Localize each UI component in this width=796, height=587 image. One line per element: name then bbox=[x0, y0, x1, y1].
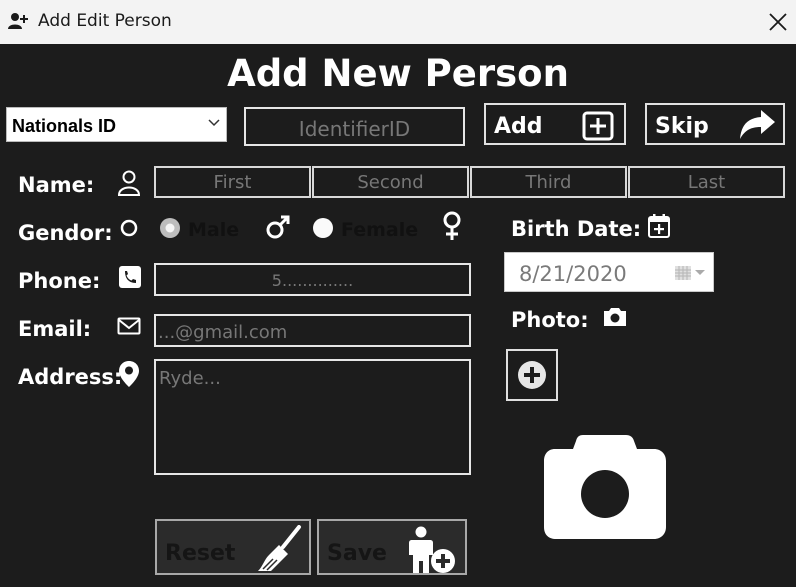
person-add-icon bbox=[8, 13, 28, 29]
phone-placeholder: 5.............. bbox=[271, 271, 354, 290]
birth-date-value: 8/21/2020 bbox=[519, 262, 627, 286]
map-pin-icon bbox=[119, 361, 139, 387]
second-name-placeholder: Second bbox=[357, 172, 424, 193]
share-arrow-icon bbox=[740, 110, 775, 139]
phone-icon bbox=[119, 266, 141, 288]
email-input[interactable]: ...@gmail.com bbox=[154, 314, 471, 347]
phone-input[interactable]: 5.............. bbox=[154, 263, 471, 296]
person-add-icon bbox=[409, 526, 455, 573]
email-label: Email: bbox=[18, 317, 92, 341]
skip-button-label: Skip bbox=[655, 114, 709, 139]
identifier-id-placeholder: IdentifierID bbox=[298, 117, 411, 141]
save-button[interactable]: Save bbox=[317, 519, 467, 575]
circle-icon bbox=[120, 219, 138, 237]
page-title: Add New Person bbox=[227, 52, 569, 95]
photo-label: Photo: bbox=[511, 308, 589, 332]
skip-button[interactable]: Skip bbox=[645, 103, 785, 145]
address-label: Address: bbox=[18, 365, 123, 389]
male-symbol-icon bbox=[266, 215, 290, 239]
last-name-input[interactable]: Last bbox=[628, 166, 785, 198]
female-radio[interactable] bbox=[312, 217, 334, 239]
first-name-placeholder: First bbox=[213, 172, 252, 193]
add-photo-button[interactable] bbox=[506, 349, 558, 401]
identifier-type-select[interactable]: Nationals ID bbox=[6, 107, 227, 142]
broom-icon bbox=[258, 525, 301, 571]
last-name-placeholder: Last bbox=[687, 172, 726, 193]
reset-button-label: Reset bbox=[165, 541, 236, 566]
title-bar: Add Edit Person bbox=[0, 0, 796, 44]
calendar-dropdown-icon[interactable] bbox=[675, 266, 705, 280]
identifier-id-input[interactable]: IdentifierID bbox=[244, 107, 465, 146]
first-name-input[interactable]: First bbox=[154, 166, 311, 198]
close-icon[interactable] bbox=[767, 11, 789, 33]
birth-date-label: Birth Date: bbox=[511, 217, 642, 241]
third-name-placeholder: Third bbox=[525, 172, 572, 193]
phone-label: Phone: bbox=[18, 269, 101, 293]
second-name-input[interactable]: Second bbox=[312, 166, 469, 198]
female-symbol-icon bbox=[443, 211, 461, 240]
identifier-type-value: Nationals ID bbox=[12, 116, 117, 136]
reset-button[interactable]: Reset bbox=[155, 519, 311, 575]
female-radio-label[interactable]: Female bbox=[341, 219, 418, 241]
camera-icon bbox=[544, 435, 666, 539]
male-radio-label[interactable]: Male bbox=[188, 219, 239, 241]
add-identifier-button[interactable]: Add bbox=[484, 103, 626, 145]
save-button-label: Save bbox=[327, 541, 387, 566]
person-outline-icon bbox=[117, 170, 141, 196]
envelope-icon bbox=[117, 317, 141, 335]
address-placeholder: Ryde... bbox=[159, 368, 221, 389]
third-name-input[interactable]: Third bbox=[470, 166, 627, 198]
email-placeholder: ...@gmail.com bbox=[158, 322, 288, 343]
gender-label: Gendor: bbox=[18, 221, 113, 245]
male-radio[interactable] bbox=[159, 217, 181, 239]
plus-square-icon bbox=[582, 111, 614, 141]
address-textarea[interactable]: Ryde... bbox=[154, 359, 471, 475]
calendar-add-icon bbox=[648, 214, 670, 238]
camera-icon bbox=[604, 308, 626, 326]
name-label: Name: bbox=[18, 173, 95, 197]
birth-date-picker[interactable]: 8/21/2020 bbox=[504, 252, 714, 292]
window-title: Add Edit Person bbox=[38, 11, 172, 31]
plus-circle-icon bbox=[518, 361, 546, 389]
chevron-down-icon bbox=[208, 119, 220, 127]
add-button-label: Add bbox=[494, 114, 543, 139]
